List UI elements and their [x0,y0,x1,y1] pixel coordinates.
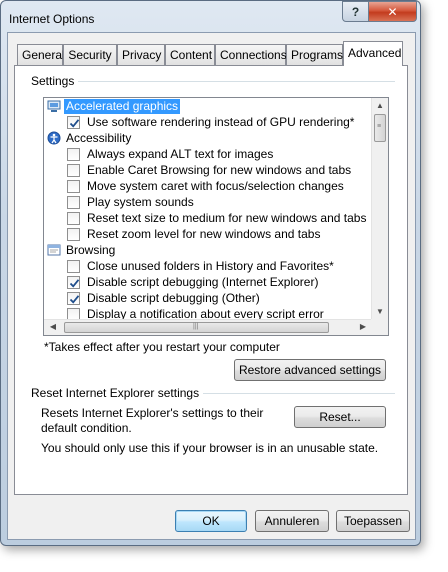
tab-programs[interactable]: Programs [286,44,343,65]
settings-row-label: Browsing [66,242,116,257]
scroll-left-arrow-icon[interactable]: ◀ [45,320,61,334]
settings-option-row[interactable]: Display a notification about every scrip… [44,306,372,320]
settings-checkbox[interactable] [67,179,80,193]
settings-category-row[interactable]: Accelerated graphics [44,98,372,114]
reset-description: Resets Internet Explorer's settings to t… [41,406,264,435]
reset-group-label: Reset Internet Explorer settings [31,386,204,400]
scrollbar-corner [371,319,388,335]
restore-advanced-settings-button[interactable]: Restore advanced settings [234,359,386,381]
reset-warning: You should only use this if your browser… [41,441,379,455]
advanced-tab-panel: Settings Accelerated graphics Use softwar… [14,65,408,495]
help-icon: ? [351,4,360,19]
settings-option-row[interactable]: Always expand ALT text for images [44,146,372,162]
settings-row-label: Play system sounds [87,194,194,209]
settings-checkbox[interactable] [67,163,80,177]
reset-group-line [197,393,395,394]
settings-option-row[interactable]: Enable Caret Browsing for new windows an… [44,162,372,178]
settings-checkbox[interactable] [67,147,80,161]
settings-row-label: Accelerated graphics [64,98,181,114]
scroll-up-arrow-icon[interactable]: ▲ [372,99,388,113]
tab-general[interactable]: General [17,44,65,65]
settings-group-line [77,81,395,82]
vertical-scrollbar[interactable]: ▲ ≡ ▼ [371,98,388,320]
close-button[interactable]: ✕ [368,1,417,22]
settings-checkbox[interactable] [67,115,80,129]
grip-icon: ||| [193,323,199,330]
tab-connections[interactable]: Connections [215,44,287,65]
settings-option-row[interactable]: Disable script debugging (Other) [44,290,372,306]
settings-row-label: Reset text size to medium for new window… [87,210,367,225]
vertical-scroll-thumb[interactable]: ≡ [374,114,386,142]
ok-button[interactable]: OK [175,510,247,532]
settings-option-row[interactable]: Reset text size to medium for new window… [44,210,372,226]
settings-checkbox[interactable] [67,211,80,225]
settings-row-label: Always expand ALT text for images [87,146,274,161]
horizontal-scrollbar[interactable]: ◀ ||| ▶ [44,319,372,335]
settings-option-row[interactable]: Use software rendering instead of GPU re… [44,114,372,130]
window-title: Internet Options [9,12,95,26]
settings-row-label: Close unused folders in History and Favo… [87,258,334,273]
tab-content[interactable]: Content [165,44,215,65]
settings-option-row[interactable]: Move system caret with focus/selection c… [44,178,372,194]
settings-checkbox[interactable] [67,275,80,289]
cancel-button[interactable]: Annuleren [255,510,329,532]
settings-category-row[interactable]: Accessibility [44,130,372,146]
settings-checkbox[interactable] [67,195,80,209]
accessibility-icon [47,131,61,145]
monitor-icon [47,99,61,113]
settings-row-label: Display a notification about every scrip… [87,306,324,321]
settings-row-label: Accessibility [66,130,132,145]
settings-row-label: Use software rendering instead of GPU re… [87,114,355,129]
tab-privacy[interactable]: Privacy [117,44,165,65]
settings-option-row[interactable]: Reset zoom level for new windows and tab… [44,226,372,242]
scroll-right-arrow-icon[interactable]: ▶ [355,320,371,334]
settings-option-row[interactable]: Play system sounds [44,194,372,210]
settings-group-label: Settings [31,74,79,88]
settings-row-label: Disable script debugging (Internet Explo… [87,274,319,289]
settings-checkbox[interactable] [67,259,80,273]
settings-rows: Accelerated graphics Use software renderi… [44,98,372,320]
restart-footnote: *Takes effect after you restart your com… [44,340,280,354]
settings-row-label: Disable script debugging (Other) [87,290,260,305]
settings-option-row[interactable]: Close unused folders in History and Favo… [44,258,372,274]
settings-checkbox[interactable] [67,227,80,241]
settings-row-label: Move system caret with focus/selection c… [87,178,344,193]
settings-checkbox[interactable] [67,291,80,305]
horizontal-scroll-thumb[interactable]: ||| [64,322,329,333]
grip-icon: ≡ [377,123,382,130]
dialog-client-area: General Security Privacy Content Connect… [7,32,416,540]
settings-option-row[interactable]: Disable script debugging (Internet Explo… [44,274,372,290]
browser-window-icon [47,243,61,257]
apply-button[interactable]: Toepassen [336,510,410,532]
settings-category-row[interactable]: Browsing [44,242,372,258]
scroll-down-arrow-icon[interactable]: ▼ [372,305,388,319]
settings-row-label: Enable Caret Browsing for new windows an… [87,162,352,177]
internet-options-window: Internet Options ? ✕ General Security Pr… [0,0,421,546]
settings-list[interactable]: Accelerated graphics Use software renderi… [43,97,389,336]
help-button[interactable]: ? [342,1,369,22]
tab-security[interactable]: Security [63,44,117,65]
reset-button[interactable]: Reset... [294,406,386,428]
tab-advanced[interactable]: Advanced [343,41,403,66]
close-icon: ✕ [387,4,398,19]
settings-row-label: Reset zoom level for new windows and tab… [87,226,321,241]
